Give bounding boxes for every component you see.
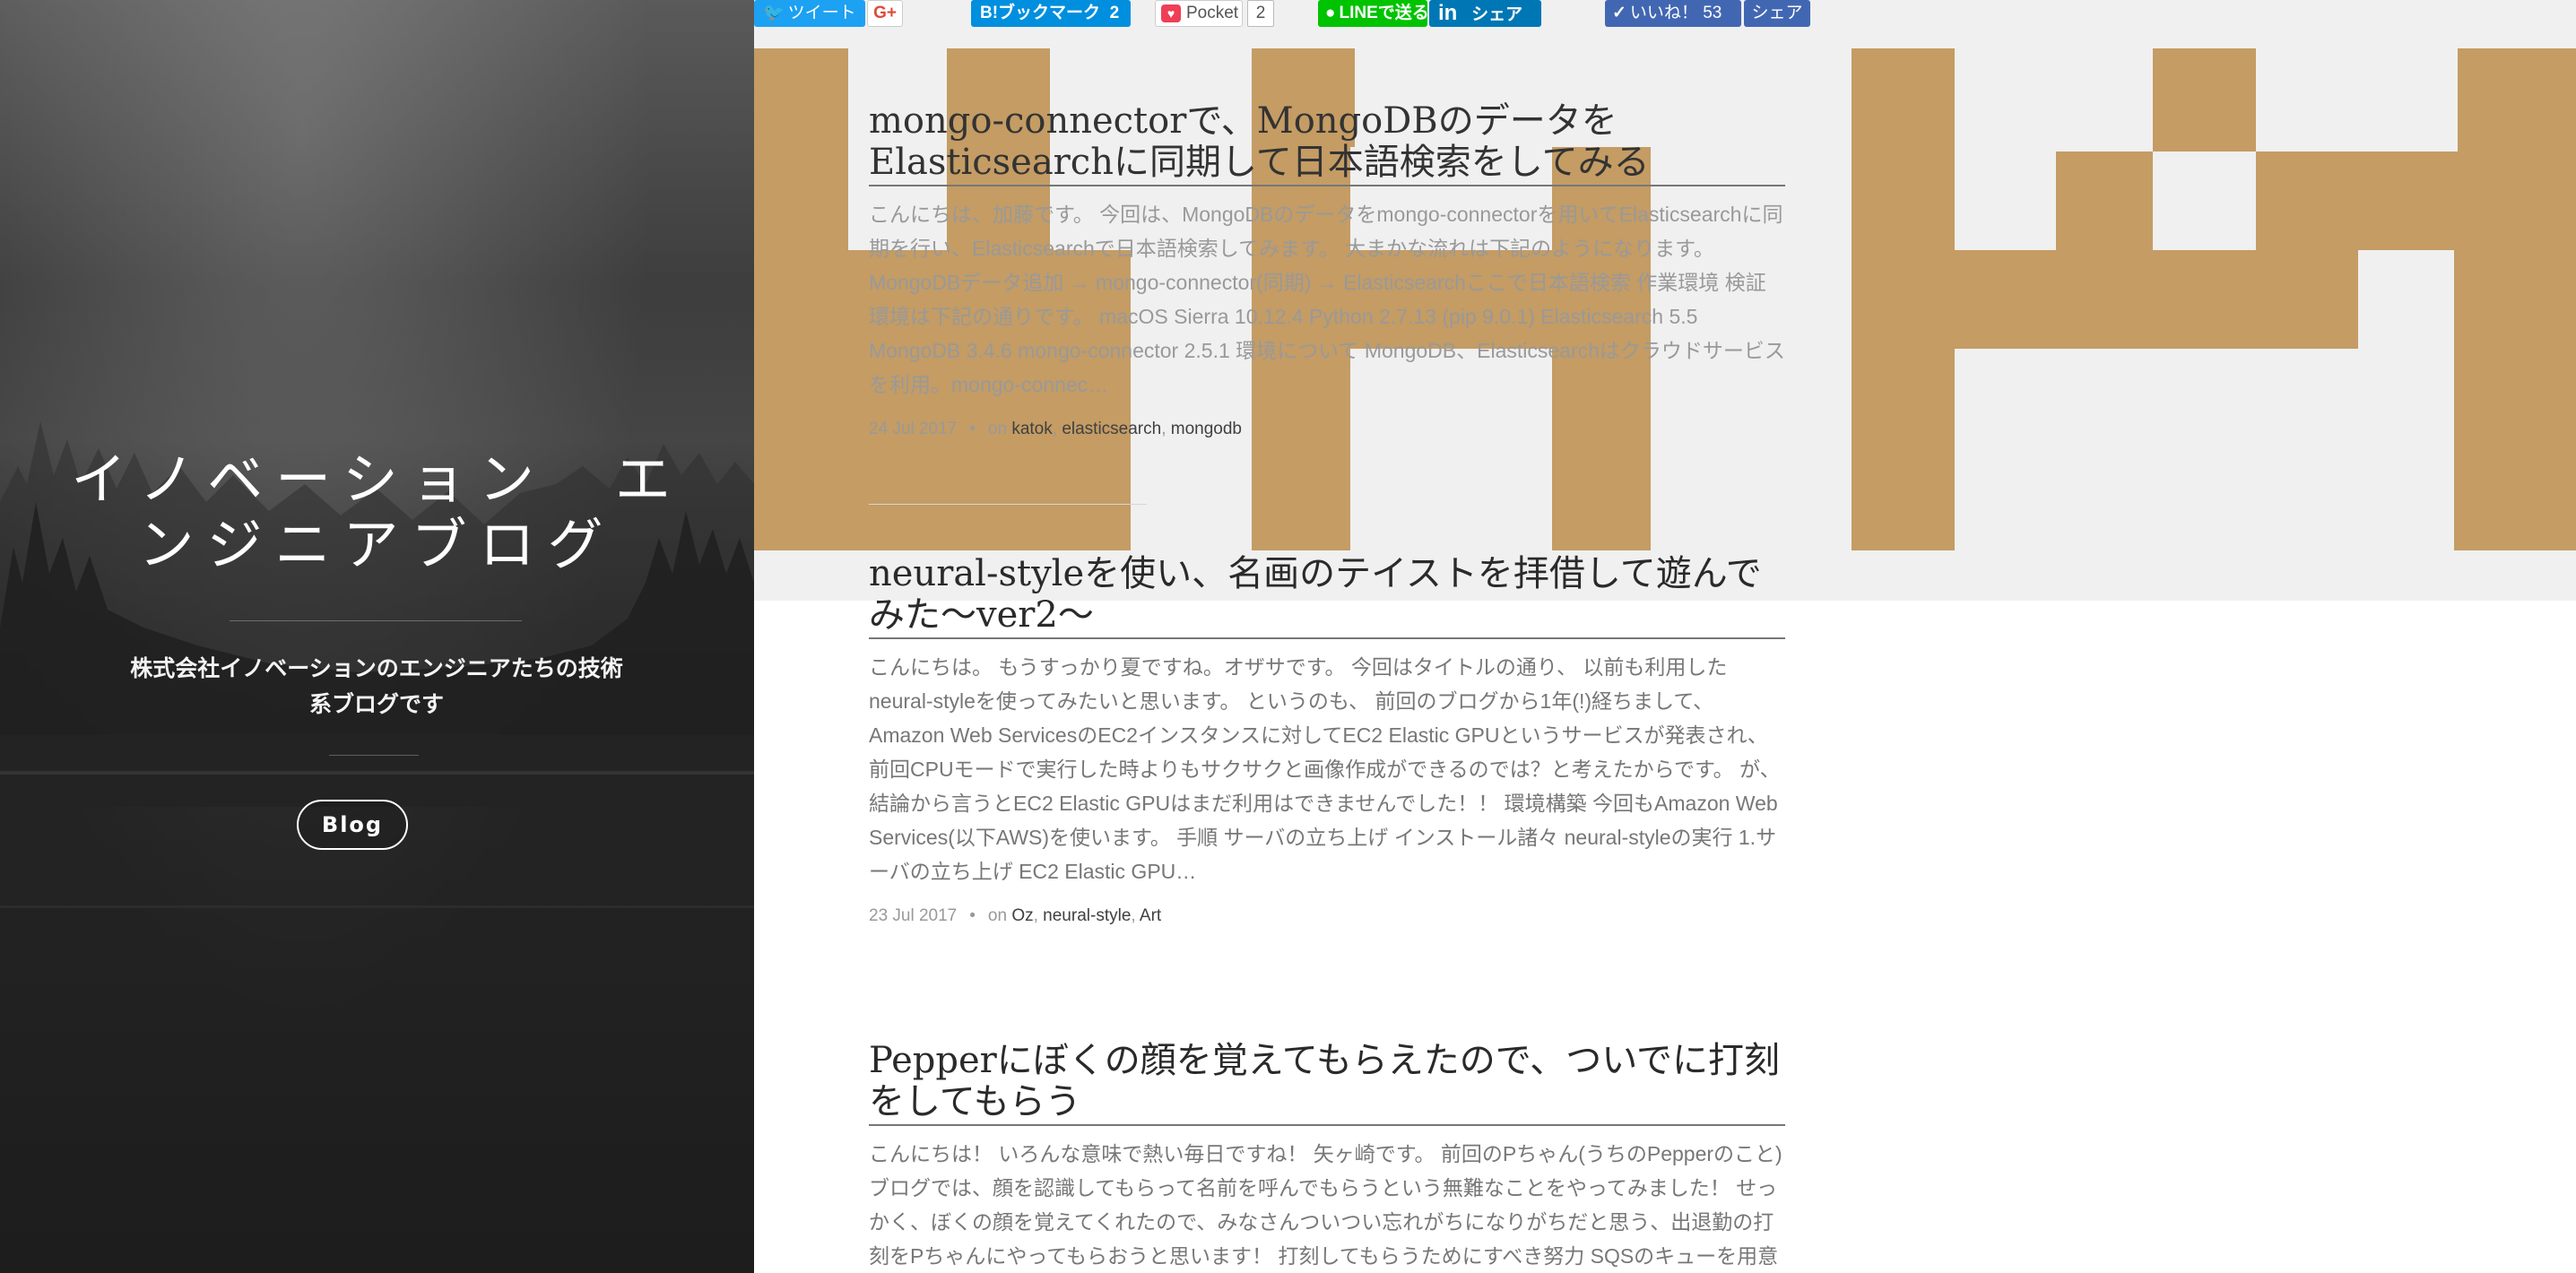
post-meta: 24 Jul 2017 • on katok, elasticsearch, mon… <box>869 420 1242 438</box>
site-sidebar: イノベーション エンジニアブログ 株式会社イノベーションのエンジニアたちの技術系… <box>0 0 754 1273</box>
post-tag[interactable]: neural-style <box>1043 906 1131 925</box>
facebook-share-button[interactable]: シェア <box>1744 0 1810 27</box>
post-title-underline <box>869 185 1785 186</box>
post-item: mongo-connectorで、MongoDBのデータをElasticsear… <box>869 100 1785 439</box>
tweet-label: ツイート <box>787 4 856 22</box>
tweet-button[interactable]: 🐦 ツイート <box>754 0 865 27</box>
linkedin-icon: in <box>1438 1 1458 25</box>
hatena-count: 2 <box>1109 4 1120 22</box>
post-divider <box>869 504 1147 505</box>
pocket-icon: ♥ <box>1161 4 1181 22</box>
line-label: LINEで送る <box>1339 4 1429 22</box>
twitter-icon: 🐦 <box>763 4 785 22</box>
post-tag[interactable]: elasticsearch <box>1062 420 1161 438</box>
post-title[interactable]: neural-styleを使い、名画のテイストを拝借して遊んでみた〜ver2〜 <box>869 553 1785 636</box>
fb-like-count: 53 <box>1703 4 1722 22</box>
post-date: 24 Jul 2017 <box>869 420 958 438</box>
pocket-count: 2 <box>1247 0 1274 27</box>
post-excerpt: こんにちは。 もうすっかり夏ですね。オザサです。 今回はタイトルの通り、 以前も… <box>869 655 1781 883</box>
post-item: neural-styleを使い、名画のテイストを拝借して遊んでみた〜ver2〜 … <box>869 553 1785 926</box>
site-title[interactable]: イノベーション エンジニアブログ <box>54 446 700 577</box>
post-tag[interactable]: Art <box>1140 906 1161 925</box>
fb-like-label: いいね！ <box>1629 4 1698 22</box>
post-on-label: on <box>987 906 1008 925</box>
facebook-like-button[interactable]: ✓ いいね！ 53 <box>1605 0 1741 27</box>
post-title-underline <box>869 1124 1785 1126</box>
post-excerpt: こんにちは、加藤です。 今回は、MongoDBのデータをmongo-connec… <box>869 203 1785 396</box>
post-excerpt: こんにちは！ いろんな意味で熱い毎日ですね！ 矢ヶ崎です。 前回のPちゃん(うち… <box>869 1142 1782 1268</box>
linkedin-share-button[interactable]: in シェア <box>1429 0 1541 27</box>
post-tag[interactable]: katok <box>1011 420 1052 438</box>
main-content: 🐦 ツイート G+ B!ブックマーク 2 ♥ Pocket 2 ● LINEで送る i… <box>754 0 2576 1273</box>
pocket-button[interactable]: ♥ Pocket <box>1155 0 1243 27</box>
line-share-button[interactable]: ● LINEで送る <box>1318 0 1429 27</box>
post-title[interactable]: Pepperにぼくの顔を覚えてもらえたので、ついでに打刻をしてもらう <box>869 1040 1785 1122</box>
post-item: Pepperにぼくの顔を覚えてもらえたので、ついでに打刻をしてもらう こんにちは… <box>869 1040 1785 1273</box>
google-plus-button[interactable]: G+ <box>867 0 903 27</box>
meta-separator: • <box>969 906 976 925</box>
hatena-bookmark-button[interactable]: B!ブックマーク 2 <box>971 0 1131 27</box>
linkedin-label: シェア <box>1471 5 1523 24</box>
hatena-label: B!ブックマーク <box>980 4 1101 22</box>
pocket-label: Pocket <box>1186 4 1239 22</box>
blog-button[interactable]: Blog <box>297 800 408 850</box>
description-divider <box>329 755 419 756</box>
post-title-underline <box>869 637 1785 639</box>
post-tag[interactable]: mongodb <box>1171 420 1242 438</box>
post-tag[interactable]: Oz <box>1011 906 1033 925</box>
title-divider <box>230 620 522 621</box>
post-meta: 23 Jul 2017 • on Oz, neural-style, Art <box>869 906 1162 925</box>
post-date: 23 Jul 2017 <box>869 906 958 925</box>
post-title[interactable]: mongo-connectorで、MongoDBのデータをElasticsear… <box>869 100 1785 183</box>
site-description: 株式会社イノベーションのエンジニアたちの技術系ブログです <box>130 656 623 717</box>
thumbs-up-icon: ✓ <box>1612 4 1626 22</box>
post-on-label: on <box>987 420 1008 438</box>
line-icon: ● <box>1325 4 1336 22</box>
forest-background-image <box>0 421 754 1273</box>
meta-separator: • <box>969 420 976 438</box>
